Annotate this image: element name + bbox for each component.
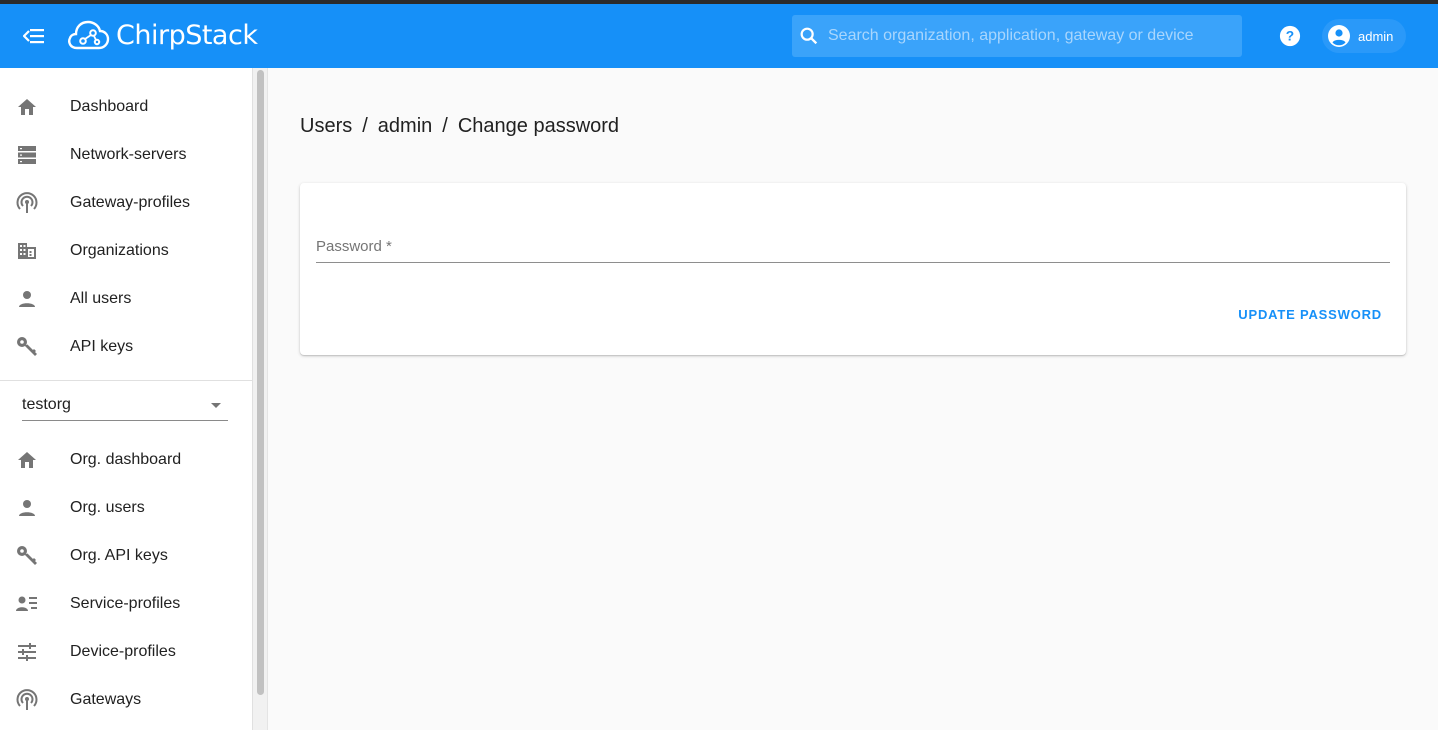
sidebar-item-org-users[interactable]: Org. users <box>0 484 252 532</box>
breadcrumb-admin-link[interactable]: admin <box>378 115 432 138</box>
sidebar-item-label: Gateways <box>70 691 142 708</box>
sidebar-item-label: Gateway-profiles <box>70 194 191 211</box>
breadcrumb: Users / admin / Change password <box>300 115 619 138</box>
domain-icon <box>15 239 39 263</box>
sidebar-item-label: Service-profiles <box>70 595 181 612</box>
dropdown-arrow-icon <box>211 403 221 408</box>
sidebar-item-api-keys[interactable]: API keys <box>0 323 252 371</box>
sidebar-item-org-api-keys[interactable]: Org. API keys <box>0 532 252 580</box>
organization-select-value: testorg <box>22 396 71 413</box>
menu-collapse-button[interactable] <box>18 22 50 50</box>
tune-icon <box>15 640 39 664</box>
sidebar-item-device-profiles[interactable]: Device-profiles <box>0 628 252 676</box>
password-field[interactable]: Password * <box>316 235 1390 263</box>
app-name: ChirpStack <box>116 19 258 51</box>
search-input[interactable] <box>828 27 1228 45</box>
cloud-logo-icon <box>68 20 110 50</box>
organization-select[interactable]: testorg <box>22 390 228 421</box>
page-title: Change password <box>457 115 620 137</box>
sidebar-item-label: Network-servers <box>70 146 187 163</box>
global-search[interactable] <box>792 15 1242 57</box>
home-icon <box>15 95 39 119</box>
antenna-icon <box>15 191 39 215</box>
sidebar-item-gateway-profiles[interactable]: Gateway-profiles <box>0 179 252 227</box>
sidebar-item-label: All users <box>70 290 132 307</box>
sidebar-item-dashboard[interactable]: Dashboard <box>0 83 252 131</box>
sidebar-item-label: Dashboard <box>70 98 149 115</box>
username-label: admin <box>1358 28 1394 44</box>
sidebar-item-label: API keys <box>70 338 134 355</box>
key-icon <box>15 544 39 568</box>
account-details-icon <box>15 592 39 616</box>
help-circle-icon: ? <box>1279 25 1301 47</box>
sidebar-item-label: Device-profiles <box>70 643 176 660</box>
password-input[interactable] <box>316 235 1390 263</box>
home-icon <box>15 448 39 472</box>
sidebar-item-org-dashboard[interactable]: Org. dashboard <box>0 436 252 484</box>
app-bar: ChirpStack ? admin <box>0 4 1438 68</box>
person-icon <box>15 287 39 311</box>
svg-text:?: ? <box>1286 29 1294 44</box>
change-password-card: Password * UPDATE PASSWORD <box>300 183 1406 355</box>
key-icon <box>15 335 39 359</box>
sidebar: Dashboard Network-servers Gateway-profil… <box>0 68 253 730</box>
sidebar-item-label: Org. dashboard <box>70 451 182 468</box>
menu-open-icon <box>23 29 44 44</box>
sidebar-scrollbar-thumb[interactable] <box>257 70 264 695</box>
sidebar-item-label: Org. API keys <box>70 547 168 564</box>
sidebar-divider <box>0 380 252 381</box>
sidebar-item-service-profiles[interactable]: Service-profiles <box>0 580 252 628</box>
chirpstack-logo[interactable]: ChirpStack <box>66 15 258 55</box>
sidebar-scrollbar[interactable] <box>253 68 268 730</box>
sidebar-item-network-servers[interactable]: Network-servers <box>0 131 252 179</box>
server-icon <box>15 143 39 167</box>
help-button[interactable]: ? <box>1276 22 1304 50</box>
person-icon <box>15 496 39 520</box>
sidebar-item-label: Organizations <box>70 242 169 259</box>
sidebar-item-organizations[interactable]: Organizations <box>0 227 252 275</box>
breadcrumb-separator: / <box>442 115 448 137</box>
account-circle-icon <box>1328 25 1350 47</box>
sidebar-item-label: Org. users <box>70 499 145 516</box>
user-menu-chip[interactable]: admin <box>1322 19 1406 53</box>
sidebar-item-all-users[interactable]: All users <box>0 275 252 323</box>
update-password-button[interactable]: UPDATE PASSWORD <box>1230 303 1390 326</box>
search-icon <box>800 27 818 45</box>
sidebar-item-gateways[interactable]: Gateways <box>0 676 252 724</box>
breadcrumb-separator: / <box>362 115 368 137</box>
antenna-icon <box>15 688 39 712</box>
breadcrumb-users-link[interactable]: Users <box>300 115 352 138</box>
